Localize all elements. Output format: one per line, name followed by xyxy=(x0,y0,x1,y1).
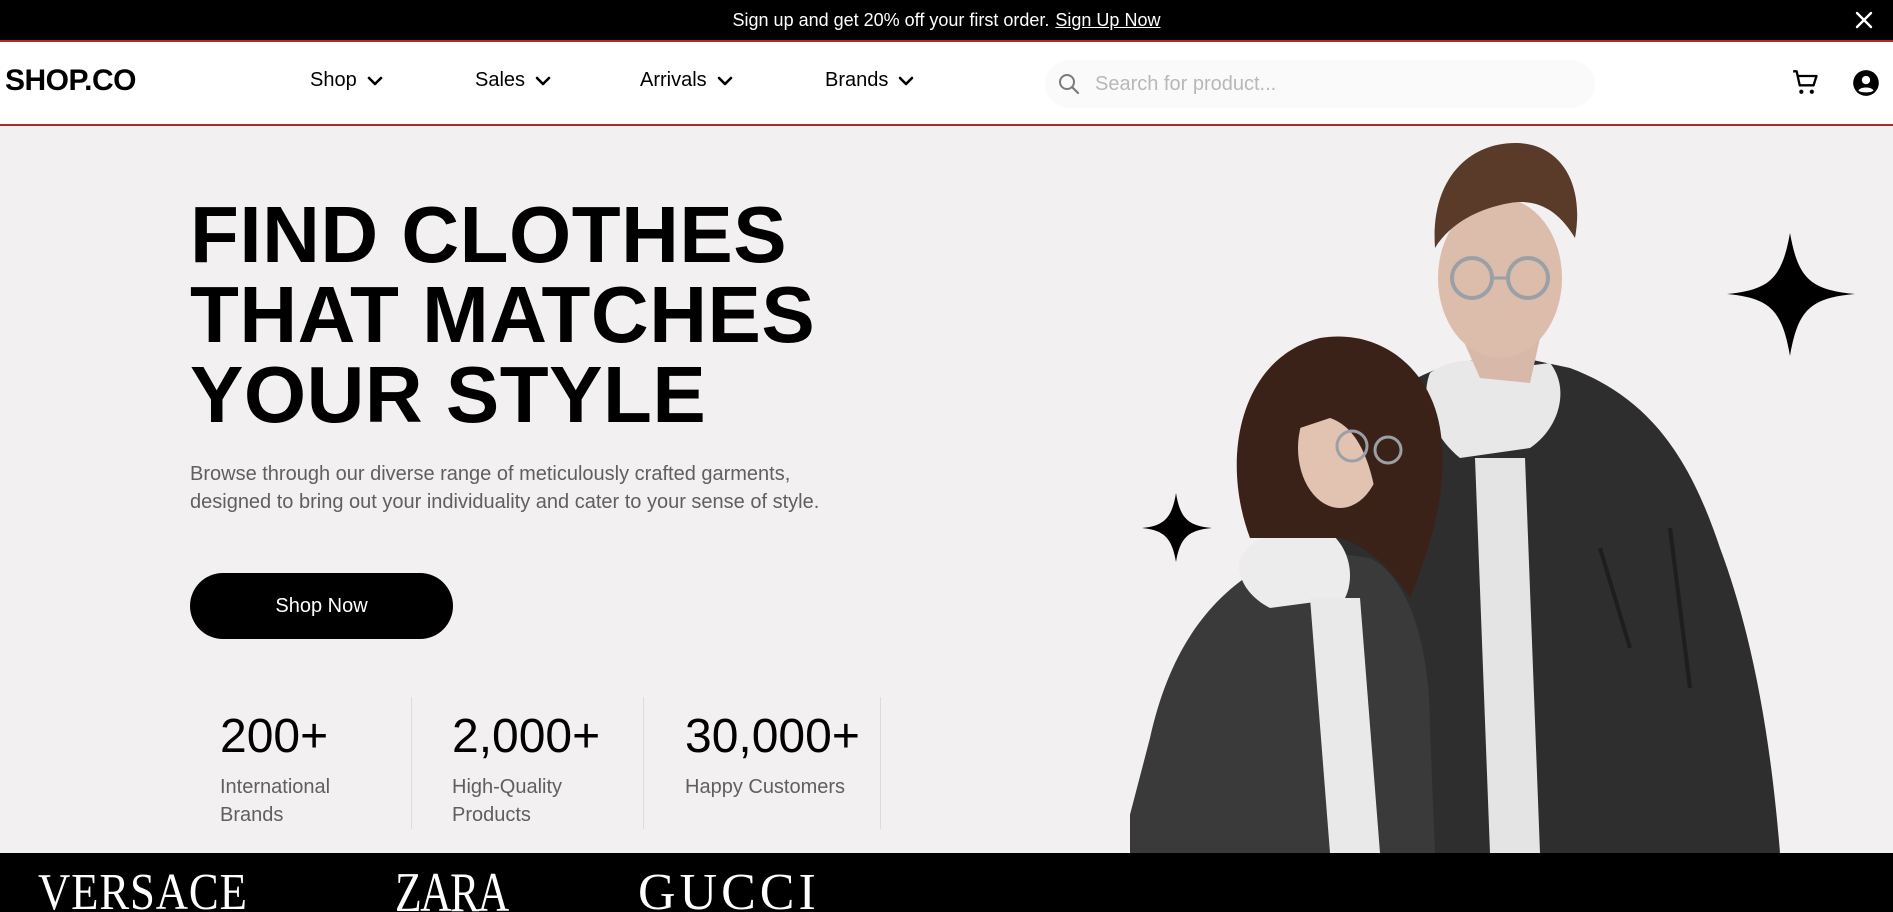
main-header: SHOP.CO Shop Sales Arrivals Brands xyxy=(0,42,1893,126)
nav-sales[interactable]: Sales xyxy=(475,69,551,92)
stat-label-line: Products xyxy=(452,804,531,826)
nav-shop-label: Shop xyxy=(310,69,357,91)
chevron-down-icon xyxy=(367,76,383,85)
close-icon[interactable] xyxy=(1853,9,1875,31)
hero-title-line: FIND CLOTHES xyxy=(190,190,788,279)
brand-versace[interactable]: VERSACE xyxy=(38,867,248,912)
announcement-bar: Sign up and get 20% off your first order… xyxy=(0,0,1893,42)
nav-brands[interactable]: Brands xyxy=(825,69,914,92)
announcement-text: Sign up and get 20% off your first order… xyxy=(732,9,1050,30)
stat-value: 30,000+ xyxy=(685,710,860,763)
nav-arrivals-label: Arrivals xyxy=(640,69,707,91)
nav-sales-label: Sales xyxy=(475,69,526,91)
stat-value: 200+ xyxy=(220,710,329,763)
cart-icon[interactable] xyxy=(1790,67,1822,99)
hero-title-line: YOUR STYLE xyxy=(190,350,707,439)
hero-subtitle-line: Browse through our diverse range of meti… xyxy=(190,463,791,485)
stat-value: 2,000+ xyxy=(452,710,601,763)
sparkle-icon xyxy=(1727,233,1855,356)
search-icon[interactable] xyxy=(1057,72,1081,96)
sparkle-icon xyxy=(1142,493,1212,562)
stat-divider xyxy=(880,697,881,829)
stat-label-line: Happy Customers xyxy=(685,776,846,798)
stat-happy-customers: 30,000+ Happy Customers xyxy=(685,697,860,829)
nav-shop[interactable]: Shop xyxy=(310,69,383,92)
chevron-down-icon xyxy=(535,76,551,85)
chevron-down-icon xyxy=(717,76,732,85)
stat-quality-products: 2,000+ High-Quality Products xyxy=(452,697,600,829)
brand-gucci[interactable]: GUCCI xyxy=(638,867,820,912)
stat-label: High-Quality Products xyxy=(452,773,600,829)
hero-title-line: THAT MATCHES xyxy=(190,270,816,359)
stat-divider xyxy=(643,697,644,829)
chevron-down-icon xyxy=(899,76,914,85)
search-bar xyxy=(1045,60,1595,108)
stat-label-line: High-Quality xyxy=(452,776,563,798)
account-icon[interactable] xyxy=(1850,67,1882,99)
brands-bar: VERSACE ZARA GUCCI xyxy=(0,853,1893,912)
stat-divider xyxy=(411,697,412,829)
stat-label-line: Brands xyxy=(220,804,284,826)
shop-now-button[interactable]: Shop Now xyxy=(190,573,453,639)
logo[interactable]: SHOP.CO xyxy=(5,64,137,98)
brand-zara[interactable]: ZARA xyxy=(395,865,509,912)
nav-brands-label: Brands xyxy=(825,69,889,91)
nav-arrivals[interactable]: Arrivals xyxy=(640,69,733,92)
stat-international-brands: 200+ International Brands xyxy=(220,697,330,829)
stat-label: Happy Customers xyxy=(685,773,860,801)
stat-label: International Brands xyxy=(220,773,330,829)
hero-title: FIND CLOTHES THAT MATCHES YOUR STYLE xyxy=(190,195,815,435)
hero-image xyxy=(1130,143,1855,853)
woman-figure xyxy=(1130,336,1443,853)
hero-subtitle: Browse through our diverse range of meti… xyxy=(190,460,890,516)
stat-label-line: International xyxy=(220,776,331,798)
sign-up-link[interactable]: Sign Up Now xyxy=(1055,10,1160,31)
hero-subtitle-line: designed to bring out your individuality… xyxy=(190,491,820,513)
search-input[interactable] xyxy=(1095,72,1555,96)
